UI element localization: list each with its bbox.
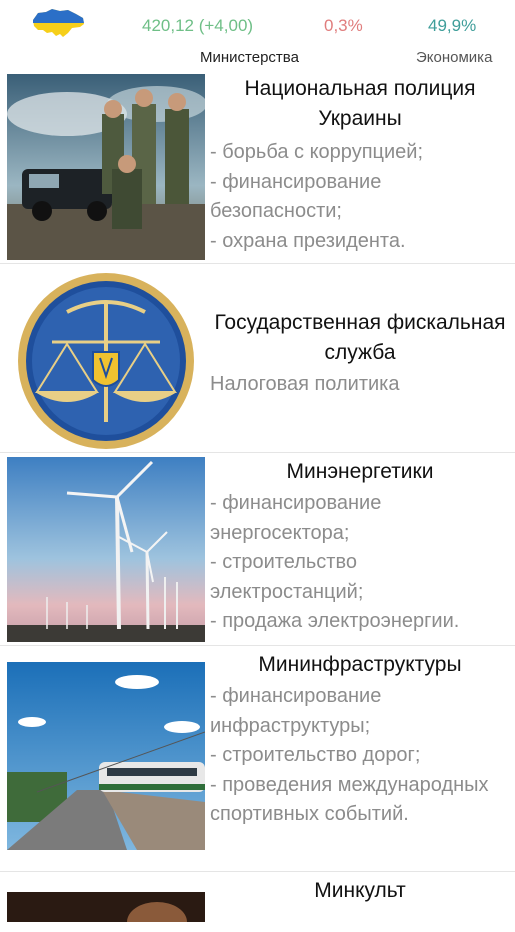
tab-economy[interactable]: Экономика <box>416 49 492 66</box>
rate-stat: 0,3% <box>324 16 363 35</box>
ukraine-map-flag-icon <box>33 9 84 37</box>
ministry-duties: - финансирование инфраструктуры; - строи… <box>210 685 489 825</box>
highway-train-photo <box>7 662 205 850</box>
ministry-title: Mининфраструктуры <box>258 653 462 676</box>
wind-turbines-photo <box>7 457 205 642</box>
ministry-duties: - финансирование энергосектора; - строит… <box>210 492 460 632</box>
budget-stat: 420,12 (+4,00) <box>142 16 254 35</box>
ministry-title: Минэнергетики <box>286 460 434 483</box>
tab-ministries[interactable]: Министерства <box>200 49 299 66</box>
ministry-title: Национальная полиция Украины <box>244 77 476 130</box>
ministry-card-culture[interactable]: Минкульт <box>0 872 515 932</box>
ministry-card-police[interactable]: Национальная полиция Украины - борьба с … <box>0 70 515 264</box>
ministry-duties: - борьба с коррупцией; - финансирование … <box>210 141 423 252</box>
approval-stat: 49,9% <box>428 16 477 35</box>
ministry-card-energy[interactable]: Минэнергетики - финансирование энергосек… <box>0 453 515 646</box>
ministry-card-fiscal[interactable]: Государственная фискальная служба Налого… <box>0 264 515 453</box>
fiscal-service-emblem <box>7 272 205 450</box>
ministry-card-infrastructure[interactable]: Mининфраструктуры - финансирование инфра… <box>0 646 515 872</box>
culture-photo <box>7 892 205 922</box>
ministry-title: Минкульт <box>314 879 406 902</box>
top-bar: 420,12 (+4,00) 0,3% 49,9% Министерства Э… <box>0 0 515 70</box>
ministry-title: Государственная фискальная служба <box>214 311 506 364</box>
police-officers-photo <box>7 74 205 260</box>
ministry-duties: Налоговая политика <box>210 373 400 395</box>
